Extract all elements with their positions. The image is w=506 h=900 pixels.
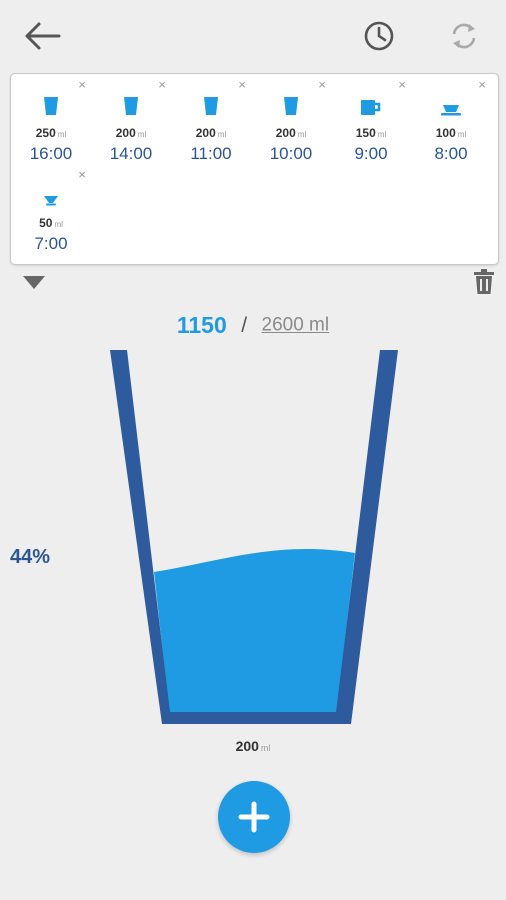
intake-total: 1150 / 2600 ml bbox=[0, 312, 506, 339]
entry-amount: 200 ml bbox=[115, 126, 147, 140]
separator: / bbox=[241, 313, 248, 337]
entry-time: 11:00 bbox=[190, 144, 232, 163]
clock-icon bbox=[364, 21, 394, 51]
entry-amount: 50 ml bbox=[39, 216, 63, 230]
log-entry[interactable]: × 50 ml 7:00 bbox=[11, 164, 91, 254]
water-glass bbox=[110, 350, 398, 724]
water-fill bbox=[154, 549, 355, 718]
percent-label: 44% bbox=[10, 546, 51, 568]
back-button[interactable] bbox=[20, 14, 64, 58]
intake-log: × 250 ml 16:00 × 200 ml 14:00 × 200 ml 11:0… bbox=[10, 73, 499, 265]
entry-amount: 250 ml bbox=[35, 126, 67, 140]
add-drink-button[interactable] bbox=[218, 781, 290, 853]
daily-goal-link[interactable]: 2600 ml bbox=[262, 315, 330, 336]
entry-time: 14:00 bbox=[109, 144, 153, 163]
expand-log-button[interactable] bbox=[22, 272, 46, 292]
arrow-left-icon bbox=[25, 22, 61, 50]
mug-icon bbox=[331, 92, 411, 116]
log-entry[interactable]: × 200 ml 10:00 bbox=[251, 74, 331, 164]
entry-amount: 100 ml bbox=[435, 126, 467, 140]
small-cup-icon bbox=[11, 182, 91, 206]
entry-amount: 200 ml bbox=[195, 126, 227, 140]
history-button[interactable] bbox=[357, 14, 401, 58]
caret-down-icon bbox=[23, 276, 45, 289]
entry-time: 7:00 bbox=[34, 234, 68, 253]
refresh-button[interactable] bbox=[442, 14, 486, 58]
log-entry[interactable]: × 200 ml 14:00 bbox=[91, 74, 171, 164]
glass-icon bbox=[91, 92, 171, 116]
refresh-icon bbox=[452, 23, 476, 49]
entry-amount: 200 ml bbox=[275, 126, 307, 140]
plus-icon bbox=[238, 801, 270, 833]
log-entry[interactable]: × 150 ml 9:00 bbox=[331, 74, 411, 164]
glass-icon bbox=[11, 92, 91, 116]
current-intake: 1150 bbox=[176, 312, 227, 338]
entry-time: 9:00 bbox=[354, 144, 388, 163]
entry-amount: 150 ml bbox=[355, 126, 387, 140]
log-entry[interactable]: × 200 ml 11:00 bbox=[171, 74, 251, 164]
entry-time: 10:00 bbox=[269, 144, 313, 163]
entry-time: 16:00 bbox=[29, 144, 73, 163]
glass-icon bbox=[171, 92, 251, 116]
log-entry[interactable]: × 250 ml 16:00 bbox=[11, 74, 91, 164]
selected-amount[interactable]: 200 ml bbox=[0, 738, 506, 754]
glass-icon bbox=[251, 92, 331, 116]
clear-log-button[interactable] bbox=[471, 268, 497, 296]
log-entry[interactable]: × 100 ml 8:00 bbox=[411, 74, 491, 164]
entry-time: 8:00 bbox=[434, 144, 468, 163]
cup-icon bbox=[411, 92, 491, 116]
trash-icon bbox=[474, 269, 494, 294]
toolbar bbox=[0, 0, 506, 74]
